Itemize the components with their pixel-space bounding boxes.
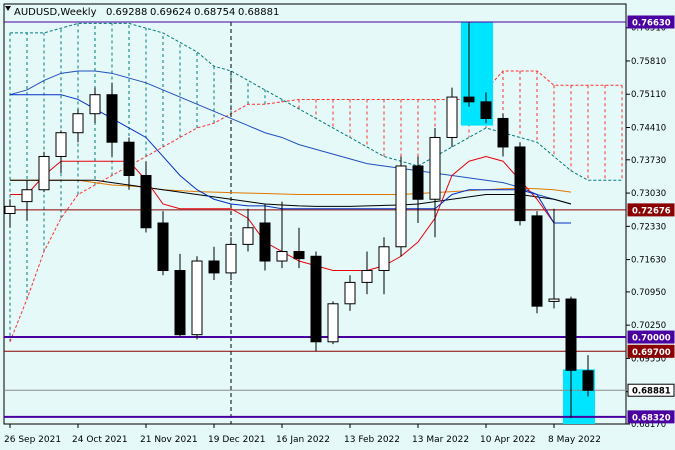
candle-body bbox=[72, 113, 84, 134]
y-tick-label: 0.75810 bbox=[631, 57, 666, 67]
candle-body bbox=[565, 298, 577, 371]
price-tag-label: 0.76630 bbox=[632, 19, 671, 29]
y-tick-label: 0.72330 bbox=[631, 222, 666, 232]
price-tag-label: 0.70000 bbox=[632, 334, 671, 344]
candle-body bbox=[191, 260, 203, 336]
candle-body bbox=[259, 222, 271, 262]
candle-body bbox=[412, 165, 424, 200]
candle-body bbox=[123, 141, 135, 176]
x-tick-label: 21 Nov 2021 bbox=[140, 435, 198, 445]
x-tick-label: 10 Apr 2022 bbox=[480, 435, 536, 445]
ohlc-close: 0.68881 bbox=[238, 7, 279, 18]
candle-body bbox=[21, 189, 33, 203]
candle-body bbox=[140, 174, 152, 229]
price-tag-label: 0.68320 bbox=[632, 413, 671, 423]
y-tick-label: 0.73030 bbox=[631, 189, 666, 199]
candle-body bbox=[395, 165, 407, 248]
candle-body bbox=[548, 298, 560, 302]
price-tag-label: 0.72676 bbox=[632, 206, 671, 216]
candle-body bbox=[514, 146, 526, 222]
ohlc-low: 0.68754 bbox=[194, 7, 235, 18]
y-tick-label: 0.70250 bbox=[631, 321, 666, 331]
candle-body bbox=[361, 270, 373, 283]
candle-body bbox=[89, 94, 101, 115]
x-tick-label: 16 Jan 2022 bbox=[276, 435, 330, 445]
candle-body bbox=[208, 260, 220, 274]
price-tag-label: 0.69700 bbox=[632, 348, 671, 358]
candle-body bbox=[429, 136, 441, 200]
chart-canvas[interactable]: 0.765100.758100.751100.744100.737300.730… bbox=[0, 0, 675, 450]
candle-body bbox=[242, 227, 254, 245]
ohlc-open: 0.69288 bbox=[106, 7, 147, 18]
candle-body bbox=[531, 215, 543, 307]
ohlc-high: 0.69624 bbox=[150, 7, 191, 18]
candle-body bbox=[225, 243, 237, 274]
candle-body bbox=[174, 270, 186, 336]
candle-body bbox=[293, 251, 305, 260]
candle-body bbox=[38, 155, 50, 191]
x-tick-label: 24 Oct 2021 bbox=[72, 435, 128, 445]
x-tick-label: 13 Feb 2022 bbox=[344, 435, 400, 445]
y-tick-label: 0.70950 bbox=[631, 288, 666, 298]
candle-body bbox=[106, 94, 118, 143]
x-tick-label: 13 Mar 2022 bbox=[412, 435, 469, 445]
y-tick-label: 0.74410 bbox=[631, 123, 666, 133]
candle-body bbox=[497, 117, 509, 148]
candle-body bbox=[582, 370, 594, 391]
candle-body bbox=[276, 251, 288, 262]
y-tick-label: 0.75110 bbox=[631, 90, 666, 100]
candle-body bbox=[378, 246, 390, 272]
x-tick-label: 26 Sep 2021 bbox=[4, 435, 61, 445]
candle-body bbox=[4, 205, 16, 214]
price-tag-label: 0.68881 bbox=[632, 387, 671, 397]
x-tick-label: 19 Dec 2021 bbox=[208, 435, 266, 445]
candle-body bbox=[446, 96, 458, 138]
candle-body bbox=[327, 303, 339, 343]
candle-body bbox=[55, 132, 67, 157]
candle-body bbox=[157, 222, 169, 272]
candle-body bbox=[344, 281, 356, 305]
window-symbol: AUDUSD,Weekly bbox=[14, 7, 97, 18]
x-tick-label: 8 May 2022 bbox=[548, 435, 601, 445]
candle-body bbox=[310, 255, 322, 343]
y-tick-label: 0.71630 bbox=[631, 256, 666, 266]
y-tick-label: 0.73730 bbox=[631, 156, 666, 166]
candle-body bbox=[480, 101, 492, 119]
candle-body bbox=[463, 96, 475, 103]
